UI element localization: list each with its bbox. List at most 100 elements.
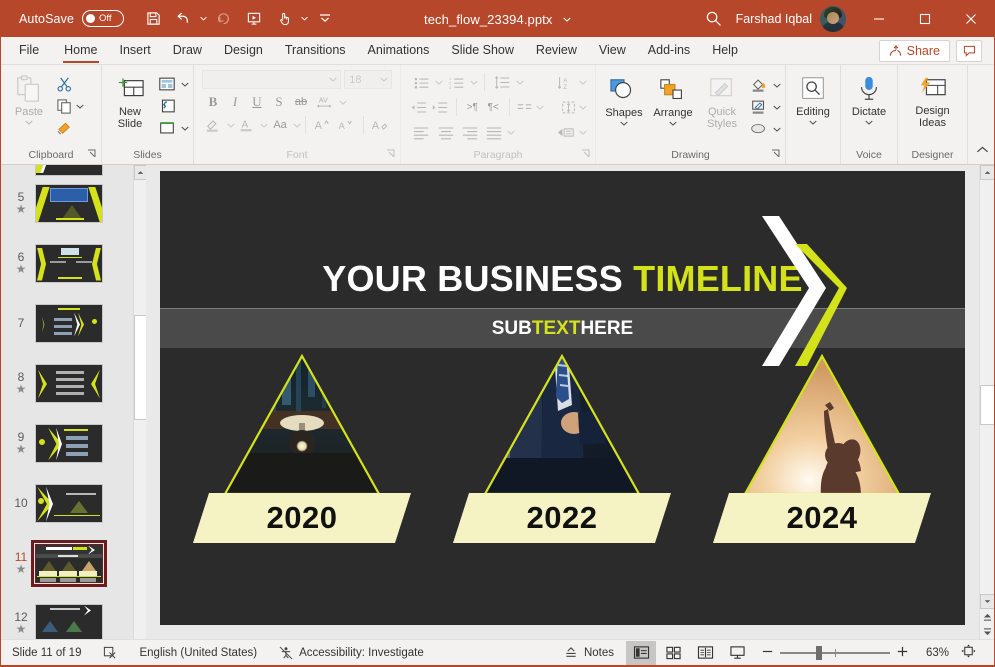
zoom-percentage[interactable]: 63% xyxy=(915,647,949,659)
paste-button[interactable]: Paste xyxy=(5,69,53,127)
editing-chevron-down-icon[interactable] xyxy=(809,118,817,127)
thumbnail-slide-9[interactable]: 9 ★ xyxy=(1,413,122,473)
shapes-button[interactable]: Shapes xyxy=(600,70,648,128)
align-text-chevron-down-icon[interactable] xyxy=(579,96,587,118)
search-icon[interactable] xyxy=(692,0,736,37)
shadow-button[interactable]: S xyxy=(268,91,290,113)
maximize-button[interactable] xyxy=(902,0,948,37)
increase-font-size-icon[interactable]: A xyxy=(310,114,334,136)
thumbnail-slide-12[interactable]: 12 ★ xyxy=(1,593,122,639)
undo-icon[interactable] xyxy=(168,5,198,33)
autosave-toggle[interactable]: Off xyxy=(82,10,125,27)
shape-effects-icon[interactable] xyxy=(746,118,772,140)
smartart-chevron-down-icon[interactable] xyxy=(579,121,587,143)
thumbnail-scrollbar[interactable] xyxy=(133,165,147,639)
file-menu-chevron-down-icon[interactable] xyxy=(563,11,571,25)
zoom-in-button[interactable] xyxy=(896,645,909,661)
arrange-button[interactable]: Arrange xyxy=(648,70,698,128)
justify-chevron-down-icon[interactable] xyxy=(506,121,515,143)
timeline-column-2022[interactable]: 2022 Lorem ipsum dolor sit amet Lorem ip… xyxy=(428,351,696,625)
numbering-chevron-down-icon[interactable] xyxy=(470,71,479,93)
editing-button[interactable]: Editing xyxy=(790,69,836,127)
accessibility-status[interactable]: Accessibility: Investigate xyxy=(268,640,435,666)
thumbnail-slide-6[interactable]: 6 ★ xyxy=(1,233,122,293)
user-name-label[interactable]: Farshad Iqbal xyxy=(736,12,812,26)
change-case-chevron-down-icon[interactable] xyxy=(292,114,301,136)
next-slide-button[interactable] xyxy=(980,624,994,639)
clipboard-dialog-launcher[interactable] xyxy=(87,149,97,159)
columns-chevron-down-icon[interactable] xyxy=(535,96,544,118)
timeline-column-2020[interactable]: 2020 Lorem ipsum dolor sit amet Lorem ip… xyxy=(168,351,436,625)
numbering-icon[interactable]: 123 xyxy=(444,71,470,93)
format-painter-icon[interactable] xyxy=(53,117,75,139)
tab-transitions[interactable]: Transitions xyxy=(274,37,357,64)
tab-slide-show[interactable]: Slide Show xyxy=(440,37,525,64)
normal-view-button[interactable] xyxy=(626,640,656,665)
highlight-chevron-down-icon[interactable] xyxy=(226,114,235,136)
timeline-column-2024[interactable]: 2024 Lorem ipsum dolor sit amet Lorem ip… xyxy=(688,351,956,625)
customize-qat-icon[interactable] xyxy=(310,5,340,33)
font-color-icon[interactable]: A xyxy=(235,114,259,136)
year-banner-2024[interactable]: 2024 xyxy=(713,493,931,543)
thumbnail-slide-10[interactable]: 10 xyxy=(1,473,122,533)
slide-editing-area[interactable]: YOUR BUSINESS TIMELINE SUB TEXT HERE 202… xyxy=(146,165,979,639)
reading-view-button[interactable] xyxy=(690,641,720,665)
decrease-indent-icon[interactable] xyxy=(409,96,430,118)
copy-chevron-down-icon[interactable] xyxy=(75,95,84,117)
paste-chevron-down-icon[interactable] xyxy=(25,118,33,127)
tab-help[interactable]: Help xyxy=(701,37,749,64)
bullets-chevron-down-icon[interactable] xyxy=(435,71,444,93)
thumbnail-slide-7[interactable]: 7 xyxy=(1,293,122,353)
clear-formatting-icon[interactable]: A xyxy=(368,114,392,136)
start-presentation-icon[interactable] xyxy=(239,5,269,33)
cut-icon[interactable] xyxy=(53,73,75,95)
sort-chevron-down-icon[interactable] xyxy=(578,71,587,93)
notes-button[interactable]: Notes xyxy=(553,640,625,666)
dictate-chevron-down-icon[interactable] xyxy=(865,118,873,127)
line-spacing-icon[interactable] xyxy=(490,71,516,93)
thumbnail-slide-5[interactable]: 5 ★ xyxy=(1,173,122,233)
strikethrough-button[interactable]: ab xyxy=(290,91,312,113)
drawing-dialog-launcher[interactable] xyxy=(771,149,781,159)
font-size-combobox[interactable]: 18 xyxy=(344,70,392,89)
sort-icon[interactable]: AZ xyxy=(552,71,578,93)
section-chevron-down-icon[interactable] xyxy=(180,117,189,139)
fit-slide-to-window-icon[interactable] xyxy=(955,644,986,661)
font-color-chevron-down-icon[interactable] xyxy=(259,114,268,136)
line-spacing-chevron-down-icon[interactable] xyxy=(515,71,524,93)
triangle-image-2022[interactable] xyxy=(482,353,642,497)
bold-button[interactable]: B xyxy=(202,91,224,113)
shape-outline-icon[interactable] xyxy=(746,96,772,118)
rtl-text-direction-icon[interactable]: ¶< xyxy=(483,96,504,118)
comment-icon[interactable] xyxy=(956,40,982,62)
font-family-combobox[interactable] xyxy=(202,70,342,89)
underline-button[interactable]: U xyxy=(246,91,268,113)
font-dialog-launcher[interactable] xyxy=(386,149,396,159)
character-spacing-icon[interactable]: AV xyxy=(312,91,338,113)
increase-indent-icon[interactable] xyxy=(430,96,451,118)
zoom-slider-handle[interactable] xyxy=(816,645,823,660)
zoom-control[interactable]: 63% xyxy=(753,644,994,661)
bullets-icon[interactable] xyxy=(409,71,435,93)
reset-icon[interactable] xyxy=(154,95,180,117)
shape-fill-chevron-down-icon[interactable] xyxy=(772,74,781,96)
touch-mode-chevron-down-icon[interactable] xyxy=(299,5,310,33)
thumbnail-slide-8[interactable]: 8 ★ xyxy=(1,353,122,413)
italic-button[interactable]: I xyxy=(224,91,246,113)
tab-file[interactable]: File xyxy=(1,37,53,64)
slide-scroll-down-button[interactable] xyxy=(980,594,994,609)
dictate-button[interactable]: Dictate xyxy=(845,69,893,127)
zoom-out-button[interactable] xyxy=(761,645,774,661)
paragraph-dialog-launcher[interactable] xyxy=(581,149,591,159)
ltr-text-direction-icon[interactable]: >¶ xyxy=(462,96,483,118)
design-ideas-button[interactable]: Design Ideas xyxy=(905,69,961,129)
scroll-up-arrow-icon[interactable] xyxy=(123,171,132,180)
tab-view[interactable]: View xyxy=(588,37,637,64)
slide-sorter-view-button[interactable] xyxy=(658,641,688,665)
spell-check-status[interactable] xyxy=(92,640,128,666)
slide-scroll-up-button[interactable] xyxy=(980,165,994,180)
shapes-chevron-down-icon[interactable] xyxy=(620,119,628,128)
thumbnail-pane-splitter[interactable] xyxy=(122,165,133,639)
slide-scroll-thumb[interactable] xyxy=(980,385,994,425)
new-slide-button[interactable]: New Slide xyxy=(106,69,154,130)
